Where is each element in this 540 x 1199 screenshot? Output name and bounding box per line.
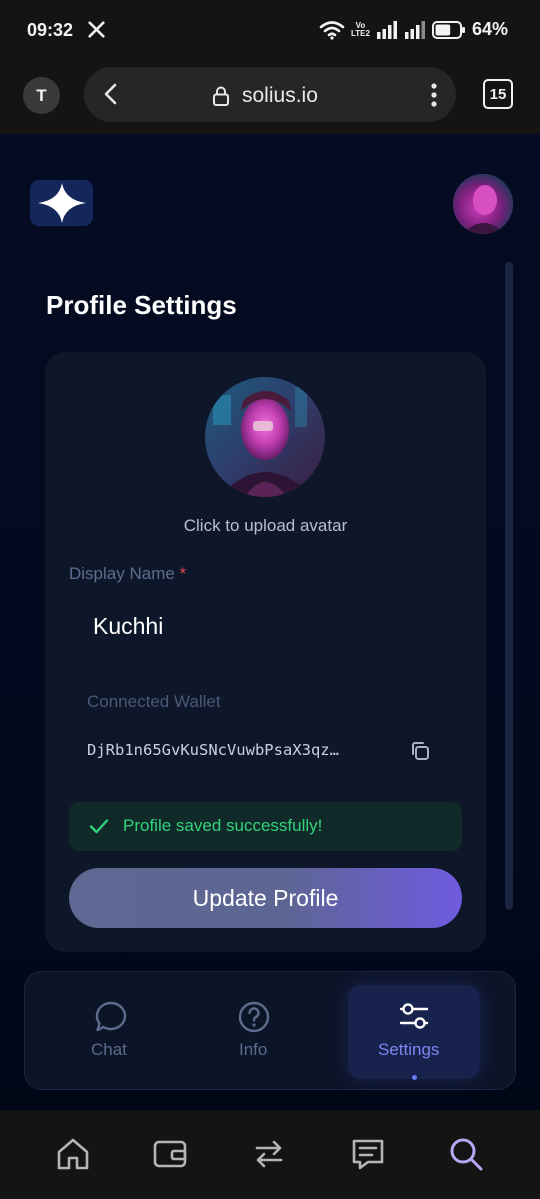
more-vertical-icon[interactable] — [430, 82, 438, 108]
display-name-input[interactable] — [69, 597, 463, 655]
page-title: Profile Settings — [46, 290, 237, 320]
nav-label-info: Info — [239, 1040, 268, 1059]
wallet-address: DjRb1n65GvKuSNcVuwbPsaX3qz… — [87, 741, 339, 759]
system-bottom-bar — [0, 1110, 540, 1199]
profile-avatar-button[interactable]: T — [23, 77, 60, 114]
app-logo[interactable] — [30, 180, 93, 226]
network-type-badge: Vo LTE2 — [351, 20, 370, 38]
display-name-label: Display Name * — [69, 564, 187, 583]
sparkle-logo-icon — [37, 183, 86, 223]
search-icon[interactable] — [448, 1136, 484, 1172]
sliders-icon — [399, 1003, 429, 1029]
lock-icon — [213, 86, 229, 106]
avatar-upload-hint: Click to upload avatar — [183, 516, 348, 535]
avatar-upload[interactable] — [205, 377, 325, 497]
messages-icon[interactable] — [350, 1136, 386, 1172]
wallet-icon[interactable] — [152, 1136, 188, 1172]
signal-icon-sim2 — [404, 20, 425, 39]
user-photo-icon — [205, 377, 325, 497]
x-app-icon — [88, 21, 105, 38]
status-bar: 09:32 Vo LTE2 64% — [0, 0, 540, 62]
success-alert: Profile saved successfully! — [69, 802, 462, 851]
address-bar[interactable]: solius.io — [84, 67, 456, 122]
check-icon — [89, 819, 109, 834]
nav-item-chat[interactable]: Chat — [75, 972, 147, 1091]
status-indicators: Vo LTE2 64% — [319, 19, 508, 40]
signal-icon-sim1 — [376, 20, 397, 39]
connected-wallet-label: Connected Wallet — [87, 692, 221, 711]
chat-bubble-icon — [95, 1001, 127, 1032]
nav-item-settings[interactable]: Settings — [348, 972, 480, 1091]
copy-icon[interactable] — [409, 740, 431, 762]
user-avatar-small[interactable] — [453, 174, 513, 234]
update-profile-button[interactable]: Update Profile — [69, 868, 462, 928]
app-bottom-nav: Chat Info Settings — [24, 971, 516, 1090]
user-photo-icon — [453, 174, 513, 234]
tab-switcher-button[interactable]: 15 — [483, 79, 513, 109]
active-indicator-dot — [412, 1075, 417, 1080]
swap-icon[interactable] — [251, 1136, 287, 1172]
status-time: 09:32 — [27, 20, 74, 40]
nav-item-info[interactable]: Info — [218, 972, 290, 1091]
question-circle-icon — [238, 1001, 270, 1033]
battery-icon — [431, 20, 465, 39]
back-arrow-icon[interactable] — [100, 83, 122, 105]
required-indicator: * — [179, 564, 187, 583]
success-message: Profile saved successfully! — [123, 816, 323, 835]
wifi-icon — [319, 20, 345, 40]
battery-percent: 64% — [471, 19, 508, 39]
url-text: solius.io — [242, 84, 318, 107]
browser-toolbar: T solius.io 15 — [0, 62, 540, 134]
nav-label-chat: Chat — [91, 1040, 127, 1059]
home-icon[interactable] — [55, 1136, 91, 1172]
nav-label-settings: Settings — [378, 1040, 440, 1059]
web-page: Profile Settings Click to upload avatar … — [0, 134, 540, 1110]
page-scrollbar[interactable] — [505, 262, 513, 910]
profile-card: Click to upload avatar Display Name * Co… — [45, 352, 486, 952]
